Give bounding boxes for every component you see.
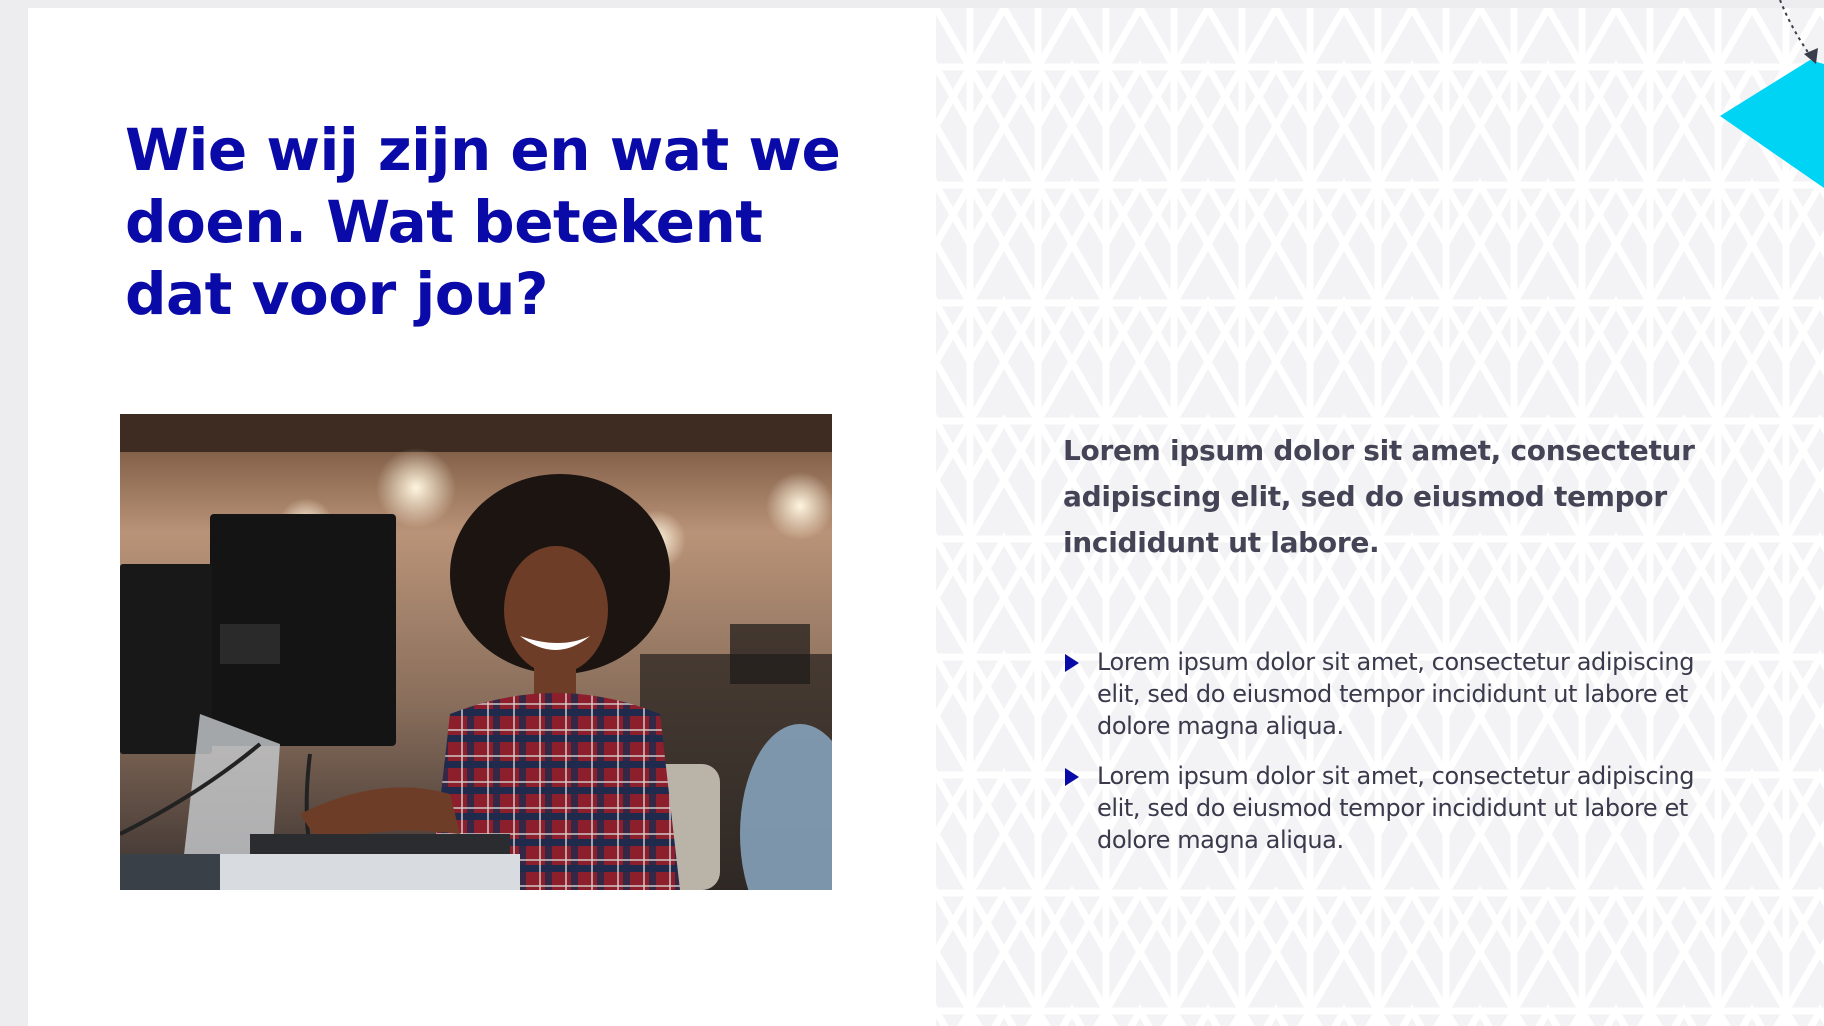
play-triangle-icon xyxy=(1065,768,1079,786)
slide: Wie wij zijn en wat we doen. Wat beteken… xyxy=(28,8,1824,1026)
bullet-text: Lorem ipsum dolor sit amet, consectetur … xyxy=(1097,762,1695,854)
lead-paragraph: Lorem ipsum dolor sit amet, consectetur … xyxy=(1063,434,1695,559)
bullet-list: Lorem ipsum dolor sit amet, consectetur … xyxy=(1063,646,1703,874)
slide-stage: Wie wij zijn en wat we doen. Wat beteken… xyxy=(0,0,1824,1026)
list-item: Lorem ipsum dolor sit amet, consectetur … xyxy=(1063,646,1703,742)
list-item: Lorem ipsum dolor sit amet, consectetur … xyxy=(1063,760,1703,856)
office-photo xyxy=(120,414,832,890)
play-triangle-icon xyxy=(1065,654,1079,672)
cyan-diamond-decoration xyxy=(1700,0,1824,200)
bullet-text: Lorem ipsum dolor sit amet, consectetur … xyxy=(1097,648,1695,740)
slide-title: Wie wij zijn en wat we doen. Wat beteken… xyxy=(125,116,841,328)
